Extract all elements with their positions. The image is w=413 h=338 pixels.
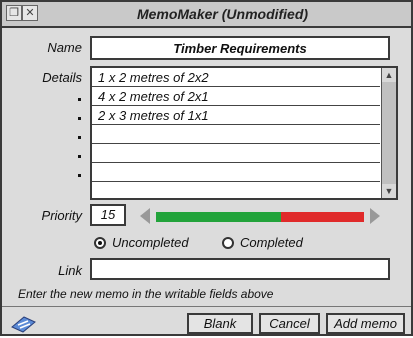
priority-fill-green [156,212,281,222]
uncompleted-label: Uncompleted [112,235,189,250]
scroll-down-icon[interactable]: ▼ [382,184,396,198]
divider [2,306,411,307]
details-textarea[interactable]: 1 x 2 metres of 2x2 4 x 2 metres of 2x1 … [90,66,398,200]
details-line[interactable]: 1 x 2 metres of 2x2 [92,68,380,87]
details-line[interactable]: 2 x 3 metres of 1x1 [92,106,380,125]
completed-label: Completed [240,235,303,250]
scroll-up-icon[interactable]: ▲ [382,68,396,82]
instruction-message: Enter the new memo in the writable field… [18,287,274,301]
details-line[interactable]: 4 x 2 metres of 2x1 [92,87,380,106]
priority-label: Priority [41,208,82,223]
cancel-button[interactable]: Cancel [259,313,320,334]
back-icon[interactable]: ❐ [6,5,22,21]
details-scrollbar[interactable]: ▲ ▼ [381,68,396,198]
line-bullet [78,98,81,101]
line-bullet [78,117,81,120]
slider-right-arrow-icon[interactable] [370,208,380,224]
blank-button[interactable]: Blank [187,313,253,334]
link-label: Link [58,263,82,278]
priority-field[interactable]: 15 [90,204,126,226]
close-icon[interactable]: ✕ [22,5,38,21]
name-field[interactable]: Timber Requirements [90,36,390,60]
memo-toolbox-icon[interactable] [8,313,38,333]
name-label: Name [47,40,82,55]
uncompleted-radio[interactable] [94,237,106,249]
window-title: MemoMaker (Unmodified) [136,6,309,22]
line-bullet [78,155,81,158]
details-line[interactable] [92,144,380,163]
title-bar[interactable]: ❐ ✕ MemoMaker (Unmodified) [2,2,411,28]
link-field[interactable] [90,258,390,280]
priority-fill-red [281,212,364,222]
details-line[interactable] [92,163,380,182]
memomaker-window: ❐ ✕ MemoMaker (Unmodified) Name Timber R… [0,0,413,336]
line-bullet [78,136,81,139]
details-line[interactable] [92,125,380,144]
add-memo-button[interactable]: Add memo [326,313,405,334]
priority-slider[interactable] [140,204,380,228]
details-label: Details [42,70,82,85]
line-bullet [78,174,81,177]
completed-radio[interactable] [222,237,234,249]
details-line[interactable] [92,182,380,201]
slider-left-arrow-icon[interactable] [140,208,150,224]
